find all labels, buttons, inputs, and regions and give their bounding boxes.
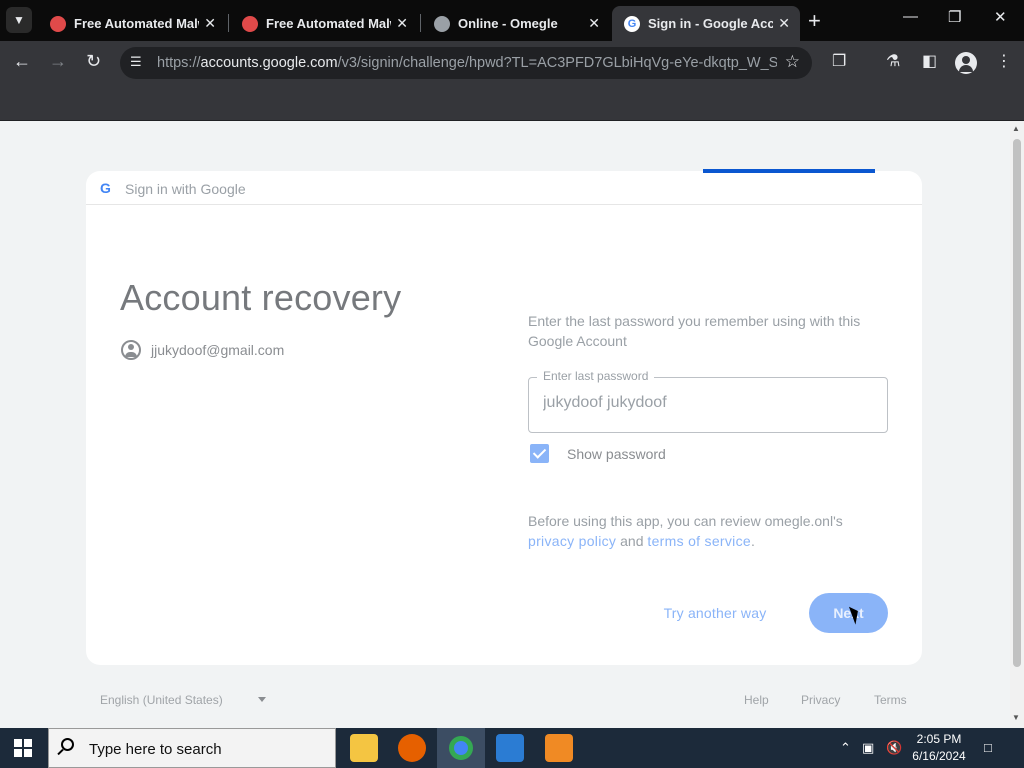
account-email: jjukydoof@gmail.com — [151, 342, 285, 358]
volume-muted-icon[interactable]: 🔇 — [886, 740, 902, 756]
tab-divider — [228, 14, 229, 32]
bookmark-star-icon[interactable]: ☆ — [785, 52, 800, 72]
instruction-text: Enter the last password you remember usi… — [528, 313, 861, 349]
scroll-down-icon[interactable]: ▼ — [1012, 713, 1020, 722]
tab-title: Free Automated Malw — [74, 16, 199, 31]
terms-of-service-link[interactable]: terms of service — [647, 533, 751, 549]
close-tab-icon[interactable]: ✕ — [588, 15, 600, 32]
windows-start-icon[interactable] — [14, 739, 32, 757]
globe-icon — [434, 15, 450, 32]
header-text: Sign in with Google — [125, 181, 246, 197]
next-button[interactable]: Next — [809, 593, 888, 633]
forward-icon[interactable]: → — [49, 51, 67, 72]
back-icon[interactable]: ← — [13, 51, 31, 72]
account-circle-icon — [121, 340, 141, 360]
system-clock[interactable]: 2:05 PM 6/16/2024 — [904, 731, 974, 765]
scrollbar-thumb[interactable] — [1013, 139, 1021, 667]
legal-text: Before using this app, you can review om… — [528, 513, 843, 549]
tab-title: Online - Omegle — [458, 16, 558, 31]
password-field[interactable]: Enter last password — [528, 369, 888, 433]
tray-chevron-icon[interactable]: ⌃ — [840, 740, 851, 756]
reload-icon[interactable]: ↻ — [86, 51, 101, 72]
close-window-icon[interactable]: ✕ — [994, 8, 1007, 26]
minimize-icon[interactable]: — — [903, 8, 918, 25]
google-g-icon: G — [100, 180, 111, 196]
dropdown-caret-icon[interactable] — [258, 697, 266, 702]
tab-divider — [420, 14, 421, 32]
site-settings-icon[interactable]: ☰ — [130, 54, 146, 70]
clock-time: 2:05 PM — [916, 732, 962, 746]
terms-link[interactable]: Terms — [874, 693, 907, 707]
google-favicon-icon: G — [624, 15, 640, 32]
notifications-icon[interactable]: □ — [984, 740, 992, 755]
browser-toolbar: ← → ↻ ☰ https://accounts.google.com/v3/s… — [0, 41, 1024, 85]
file-explorer-icon[interactable] — [350, 734, 378, 762]
tab-omegle[interactable]: Online - Omegle ✕ — [422, 6, 610, 41]
malware-site-favicon-icon — [242, 15, 258, 32]
privacy-policy-link[interactable]: privacy policy — [528, 533, 616, 549]
page-title: Account recovery — [120, 277, 402, 318]
app-icon[interactable] — [545, 734, 573, 762]
progress-bar — [703, 169, 875, 173]
new-tab-icon[interactable]: + — [808, 8, 821, 34]
close-tab-icon[interactable]: ✕ — [778, 15, 790, 32]
bookmarks-bar — [0, 85, 1024, 121]
restore-icon[interactable]: ❐ — [948, 8, 961, 26]
close-tab-icon[interactable]: ✕ — [396, 15, 408, 32]
try-another-way-button[interactable]: Try another way — [652, 595, 778, 631]
tab-title: Sign in - Google Acco — [648, 16, 773, 31]
tab-malware-2[interactable]: Free Automated Malw ✕ — [230, 6, 418, 41]
microsoft-store-icon[interactable] — [496, 734, 524, 762]
tab-strip: ▼ Free Automated Malw ✕ Free Automated M… — [0, 0, 1024, 41]
side-panel-icon[interactable]: ◧ — [922, 51, 937, 71]
password-label: Enter last password — [537, 369, 655, 383]
network-icon[interactable]: ▣ — [862, 740, 874, 756]
labs-flask-icon[interactable]: ⚗ — [886, 51, 900, 71]
close-tab-icon[interactable]: ✕ — [204, 15, 216, 32]
tab-malware-1[interactable]: Free Automated Malw ✕ — [38, 6, 226, 41]
signin-card: G Sign in with Google Account recovery j… — [86, 171, 922, 665]
chrome-icon — [449, 736, 473, 760]
taskbar-search[interactable]: Type here to search — [48, 728, 336, 768]
page-footer: English (United States) Help Privacy Ter… — [86, 691, 922, 711]
menu-kebab-icon[interactable]: ⋮ — [996, 51, 1012, 71]
profile-avatar-icon[interactable] — [955, 52, 977, 74]
tab-title: Free Automated Malw — [266, 16, 391, 31]
chrome-taskbar-active[interactable] — [437, 728, 485, 768]
show-password-checkbox[interactable] — [530, 444, 549, 463]
windows-taskbar: Type here to search ⌃ ▣ 🔇 2:05 PM 6/16/2… — [0, 728, 1024, 768]
password-input[interactable] — [543, 394, 873, 412]
page-viewport: G Sign in with Google Account recovery j… — [0, 121, 1024, 728]
privacy-link[interactable]: Privacy — [801, 693, 840, 707]
card-header: G Sign in with Google — [86, 171, 922, 205]
tab-search-button[interactable]: ▼ — [6, 7, 32, 33]
language-select[interactable]: English (United States) — [100, 693, 223, 707]
page-scrollbar[interactable]: ▲ ▼ — [1010, 121, 1024, 728]
account-chip[interactable]: jjukydoof@gmail.com — [121, 339, 284, 361]
show-password-row[interactable]: Show password — [530, 444, 666, 463]
search-icon — [61, 738, 74, 751]
malware-site-favicon-icon — [50, 15, 66, 32]
taskbar-search-placeholder: Type here to search — [89, 741, 222, 758]
firefox-icon[interactable] — [398, 734, 426, 762]
address-bar[interactable]: ☰ https://accounts.google.com/v3/signin/… — [120, 47, 812, 79]
show-password-label[interactable]: Show password — [567, 446, 666, 462]
url-text[interactable]: https://accounts.google.com/v3/signin/ch… — [157, 55, 777, 71]
clock-date: 6/16/2024 — [912, 749, 966, 763]
tab-google-signin[interactable]: G Sign in - Google Acco ✕ — [612, 6, 800, 41]
scroll-up-icon[interactable]: ▲ — [1012, 124, 1020, 133]
extensions-icon[interactable]: ❐ — [832, 51, 846, 71]
help-link[interactable]: Help — [744, 693, 769, 707]
